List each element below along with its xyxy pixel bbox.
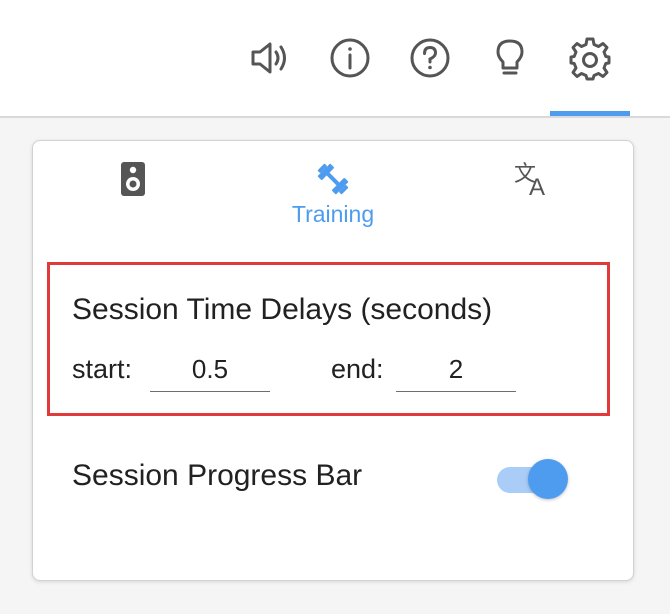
dumbbell-icon bbox=[317, 163, 349, 195]
end-label: end: bbox=[331, 354, 384, 384]
svg-text:A: A bbox=[529, 174, 545, 199]
toggle-thumb bbox=[528, 459, 568, 499]
tab-training[interactable]: Training bbox=[273, 159, 393, 239]
start-delay-input[interactable] bbox=[150, 348, 270, 392]
tab-language[interactable]: 文 A bbox=[511, 159, 555, 239]
progress-bar-label: Session Progress Bar bbox=[72, 459, 363, 492]
end-delay-input[interactable] bbox=[396, 348, 516, 392]
translate-icon: 文 A bbox=[514, 162, 545, 199]
start-label: start: bbox=[72, 354, 133, 384]
help-icon[interactable] bbox=[402, 30, 458, 86]
session-delays-highlight bbox=[47, 262, 610, 416]
speaker-icon[interactable] bbox=[242, 30, 298, 86]
session-delays-title: Session Time Delays (seconds) bbox=[72, 293, 493, 326]
info-icon[interactable] bbox=[322, 30, 378, 86]
top-toolbar bbox=[0, 0, 670, 118]
active-tab-indicator bbox=[550, 111, 630, 116]
gear-icon[interactable] bbox=[562, 30, 618, 86]
tab-training-label: Training bbox=[291, 201, 375, 227]
progress-bar-toggle[interactable] bbox=[495, 459, 569, 499]
lightbulb-icon[interactable] bbox=[482, 30, 538, 86]
speaker-device-icon bbox=[121, 162, 145, 196]
tab-speaker[interactable] bbox=[113, 159, 153, 239]
